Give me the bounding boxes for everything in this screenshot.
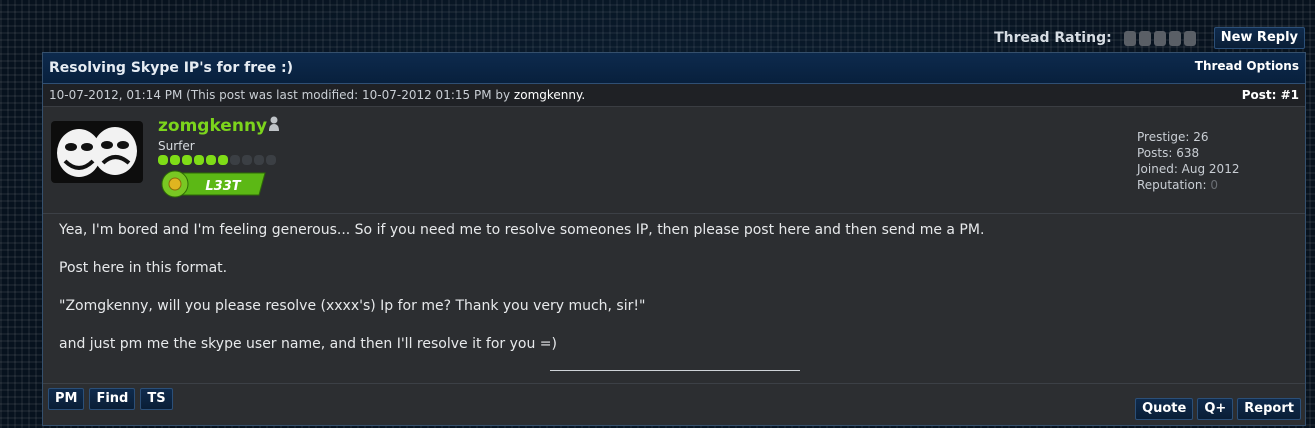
offline-status-icon (269, 116, 279, 131)
new-reply-button[interactable]: New Reply (1213, 27, 1305, 49)
q--button[interactable]: Q+ (1197, 398, 1234, 420)
rating-star-icon[interactable] (1123, 30, 1136, 46)
post-date: 10-07-2012, 01:14 PM (This post was last… (49, 88, 585, 102)
find-button[interactable]: Find (89, 388, 136, 410)
reputation-dot (158, 155, 168, 165)
rating-star-icon[interactable] (1153, 30, 1166, 46)
rating-stars[interactable] (1123, 30, 1196, 46)
reputation-dot (182, 155, 192, 165)
cropped-top-text (0, 0, 1315, 6)
avatar[interactable] (51, 121, 143, 183)
post-footer: PM Find TS Quote Q+ Report (43, 383, 1305, 428)
post-paragraph: Yea, I'm bored and I'm feeling generous.… (59, 222, 985, 238)
pm-button[interactable]: PM (48, 388, 85, 410)
post-footer-right-buttons: Quote Q+ Report (1135, 398, 1301, 420)
reputation-value-link[interactable]: 0 (1210, 178, 1218, 192)
reputation-dot (230, 155, 240, 165)
l33t-badge: L33T (161, 170, 266, 198)
post-paragraph: "Zomgkenny, will you please resolve (xxx… (59, 298, 646, 314)
rating-star-icon[interactable] (1183, 30, 1196, 46)
username-link[interactable]: zomgkenny (158, 116, 267, 136)
post-footer-left-buttons: PM Find TS (48, 388, 173, 410)
joined-stat: Joined: Aug 2012 (1137, 162, 1240, 176)
quote-button[interactable]: Quote (1135, 398, 1194, 420)
reputation-dot (266, 155, 276, 165)
reputation-dot (218, 155, 228, 165)
ts-button[interactable]: TS (140, 388, 173, 410)
user-title: Surfer (158, 139, 195, 153)
post-meta-bar: 10-07-2012, 01:14 PM (This post was last… (43, 84, 1305, 107)
reputation-dot (194, 155, 204, 165)
post-number-link[interactable]: Post: #1 (1242, 88, 1299, 102)
signature-divider (550, 370, 800, 371)
thread-rating-label: Thread Rating: (994, 30, 1112, 46)
thread-options-link[interactable]: Thread Options (1195, 59, 1299, 73)
post-paragraph: Post here in this format. (59, 260, 228, 276)
reputation-stat: Reputation: 0 (1137, 177, 1239, 193)
thread-container: Resolving Skype IP's for free :) Thread … (42, 52, 1306, 426)
reputation-dot (254, 155, 264, 165)
badge-text: L33T (205, 179, 241, 194)
modified-by-link[interactable]: zomgkenny. (514, 88, 585, 102)
post-paragraph: and just pm me the skype user name, and … (59, 336, 557, 352)
thread-header: Resolving Skype IP's for free :) Thread … (43, 53, 1305, 84)
thread-rating-bar: Thread Rating: New Reply (994, 27, 1305, 49)
rating-star-icon[interactable] (1168, 30, 1181, 46)
user-stats: Prestige: 26 Posts: 638 Joined: Aug 2012… (1137, 129, 1239, 193)
post-date-text: 10-07-2012, 01:14 PM (This post was last… (49, 88, 511, 102)
rating-star-icon[interactable] (1138, 30, 1151, 46)
reputation-label: Reputation: (1137, 178, 1207, 192)
reputation-dot (170, 155, 180, 165)
reputation-level-bar (158, 155, 276, 165)
report-button[interactable]: Report (1237, 398, 1301, 420)
post-body: Yea, I'm bored and I'm feeling generous.… (59, 221, 1289, 373)
post-author-panel: zomgkenny Surfer L33T Prestige: 26 Posts… (43, 107, 1305, 214)
prestige-stat: Prestige: 26 (1137, 130, 1209, 144)
reputation-dot (206, 155, 216, 165)
reputation-dot (242, 155, 252, 165)
posts-stat: Posts: 638 (1137, 146, 1200, 160)
thread-title: Resolving Skype IP's for free :) (49, 60, 294, 76)
